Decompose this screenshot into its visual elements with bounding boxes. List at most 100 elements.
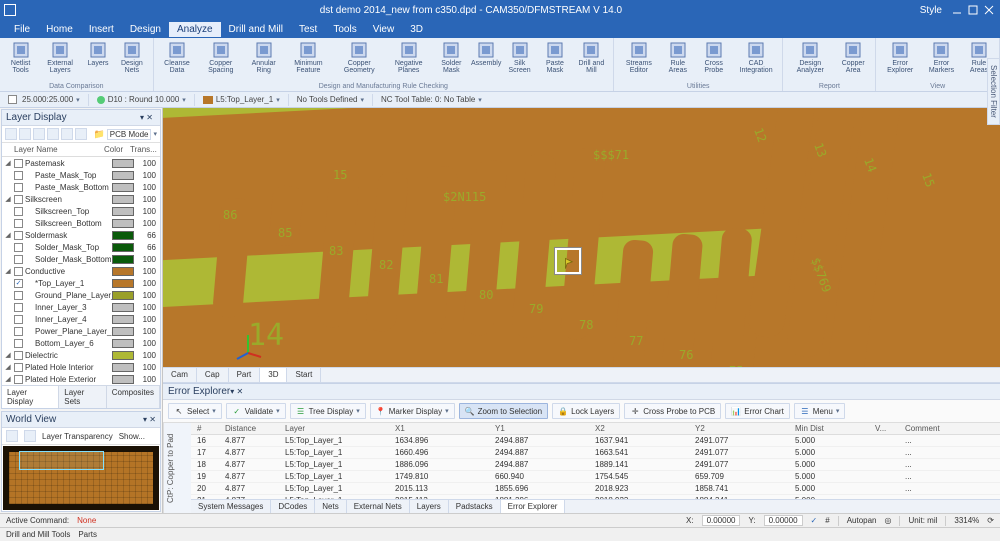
ribbon-cross-probe[interactable]: Cross Probe — [696, 40, 732, 82]
mode-dropdown[interactable]: PCB Mode — [107, 129, 152, 140]
chevron-down-icon[interactable]: ▾ — [153, 130, 157, 138]
target-icon[interactable]: ◎ — [885, 516, 892, 525]
ee-row[interactable]: 204.877L5:Top_Layer_12015.1131855.696201… — [191, 483, 1000, 495]
layer-row[interactable]: Ground_Plane_Layer_2100 — [2, 289, 160, 301]
layer-visibility-check[interactable] — [14, 291, 23, 300]
ee-lock-btn[interactable]: 🔒Lock Layers — [552, 403, 620, 419]
menu-drill-and-mill[interactable]: Drill and Mill — [221, 22, 291, 37]
tools-status[interactable]: No Tools Defined — [297, 95, 358, 104]
expand-icon[interactable]: ◢ — [4, 267, 12, 275]
color-swatch[interactable] — [112, 171, 134, 180]
layer-visibility-check[interactable] — [14, 267, 23, 276]
dcode-value[interactable]: D10 : Round 10.000 — [108, 95, 180, 104]
ribbon-negative-planes[interactable]: Negative Planes — [386, 40, 432, 82]
layer-row[interactable]: Inner_Layer_3100 — [2, 301, 160, 313]
canvas-tab-start[interactable]: Start — [287, 368, 321, 382]
grid-icon[interactable]: # — [825, 516, 829, 525]
ribbon-external-layers[interactable]: External Layers — [39, 40, 81, 82]
expand-icon[interactable]: ◢ — [4, 351, 12, 359]
tool-btn[interactable] — [75, 128, 87, 140]
maximize-icon[interactable] — [966, 3, 980, 17]
ribbon-netlist-tools[interactable]: Netlist Tools — [4, 40, 37, 82]
layer-visibility-check[interactable] — [14, 171, 23, 180]
menu-test[interactable]: Test — [291, 22, 325, 37]
color-swatch[interactable] — [112, 351, 134, 360]
ee-row[interactable]: 174.877L5:Top_Layer_11660.4962494.887166… — [191, 447, 1000, 459]
ribbon-design-nets[interactable]: Design Nets — [115, 40, 149, 82]
layer-visibility-check[interactable] — [14, 183, 23, 192]
expand-icon[interactable]: ◢ — [4, 375, 12, 383]
style-label[interactable]: Style — [920, 5, 942, 16]
refresh-icon[interactable]: ⟳ — [987, 516, 994, 525]
layer-tab-composites[interactable]: Composites — [107, 386, 160, 408]
menu-analyze[interactable]: Analyze — [169, 22, 221, 37]
folder-icon[interactable]: 📁 — [94, 129, 105, 140]
color-swatch[interactable] — [112, 255, 134, 264]
layer-visibility-check[interactable] — [14, 303, 23, 312]
chevron-down-icon[interactable]: ▾ — [76, 96, 80, 104]
ee-menu-btn[interactable]: ☰Menu▾ — [794, 403, 846, 419]
nc-table[interactable]: NC Tool Table: 0: No Table — [381, 95, 475, 104]
ee-col-header[interactable]: # — [191, 424, 225, 433]
layer-tab-layer-display[interactable]: Layer Display — [2, 386, 59, 408]
ee-tab-system-messages[interactable]: System Messages — [191, 500, 271, 513]
wv-layer-trans[interactable]: Layer Transparency — [42, 432, 113, 441]
grid-check[interactable] — [8, 95, 17, 104]
layer-visibility-check[interactable] — [14, 327, 23, 336]
ribbon-drill-and-mill[interactable]: Drill and Mill — [574, 40, 609, 82]
chevron-down-icon[interactable]: ▾ — [276, 96, 280, 104]
color-swatch[interactable] — [112, 291, 134, 300]
color-swatch[interactable] — [112, 207, 134, 216]
chevron-down-icon[interactable]: ▾ — [361, 96, 365, 104]
layer-row[interactable]: Power_Plane_Layer_5100 — [2, 325, 160, 337]
ee-cross-btn[interactable]: ✛Cross Probe to PCB — [624, 403, 721, 419]
layer-visibility-check[interactable] — [14, 243, 23, 252]
zoom-level[interactable]: 3314% — [954, 516, 979, 525]
ee-col-header[interactable]: Comment — [905, 424, 1000, 433]
color-swatch[interactable] — [112, 327, 134, 336]
chevron-down-icon[interactable]: ▾ — [182, 96, 186, 104]
layer-tab-layer-sets[interactable]: Layer Sets — [59, 386, 107, 408]
ribbon-rule-areas[interactable]: Rule Areas — [662, 40, 694, 82]
ee-tab-dcodes[interactable]: DCodes — [271, 500, 315, 513]
layer-row[interactable]: Paste_Mask_Top100 — [2, 169, 160, 181]
layer-visibility-check[interactable] — [14, 339, 23, 348]
layer-row[interactable]: ◢Soldermask66 — [2, 229, 160, 241]
layer-visibility-check[interactable] — [14, 375, 23, 384]
ee-col-header[interactable]: X2 — [595, 424, 695, 433]
ribbon-error-explorer[interactable]: Error Explorer — [880, 40, 920, 82]
wv-btn[interactable] — [6, 430, 18, 442]
ribbon-design-analyzer[interactable]: Design Analyzer — [787, 40, 833, 82]
canvas-tab-part[interactable]: Part — [229, 368, 261, 382]
color-swatch[interactable] — [112, 195, 134, 204]
ee-marker-btn[interactable]: 📍Marker Display▾ — [370, 403, 455, 419]
active-layer[interactable]: L5:Top_Layer_1 — [216, 95, 273, 104]
layer-row[interactable]: Silkscreen_Bottom100 — [2, 217, 160, 229]
ee-tab-nets[interactable]: Nets — [315, 500, 346, 513]
menu-view[interactable]: View — [365, 22, 403, 37]
pin-icon[interactable]: ▾ ✕ — [143, 415, 156, 424]
menu-design[interactable]: Design — [122, 22, 169, 37]
layer-row[interactable]: Solder_Mask_Bottom100 — [2, 253, 160, 265]
ee-col-header[interactable]: X1 — [395, 424, 495, 433]
expand-icon[interactable]: ◢ — [4, 363, 12, 371]
ribbon-cleanse-data[interactable]: Cleanse Data — [158, 40, 197, 82]
tool-btn[interactable] — [19, 128, 31, 140]
layer-visibility-check[interactable] — [14, 351, 23, 360]
ribbon-error-markers[interactable]: Error Markers — [922, 40, 961, 82]
ribbon-paste-mask[interactable]: Paste Mask — [538, 40, 572, 82]
color-swatch[interactable] — [112, 159, 134, 168]
status-tools[interactable]: Drill and Mill Tools — [6, 530, 70, 539]
ee-pin-icon[interactable]: ▾ ✕ — [230, 387, 243, 396]
layer-visibility-check[interactable] — [14, 279, 23, 288]
ribbon-silk-screen[interactable]: Silk Screen — [503, 40, 536, 82]
color-swatch[interactable] — [112, 267, 134, 276]
layer-visibility-check[interactable] — [14, 219, 23, 228]
ee-chart-btn[interactable]: 📊Error Chart — [725, 403, 790, 419]
chevron-down-icon[interactable]: ▾ — [478, 96, 482, 104]
ee-tab-layers[interactable]: Layers — [410, 500, 449, 513]
ribbon-copper-geometry[interactable]: Copper Geometry — [335, 40, 384, 82]
ee-zoom-btn[interactable]: 🔍Zoom to Selection — [459, 403, 548, 419]
ee-col-header[interactable]: Min Dist — [795, 424, 875, 433]
app-menu-icon[interactable] — [4, 4, 16, 16]
